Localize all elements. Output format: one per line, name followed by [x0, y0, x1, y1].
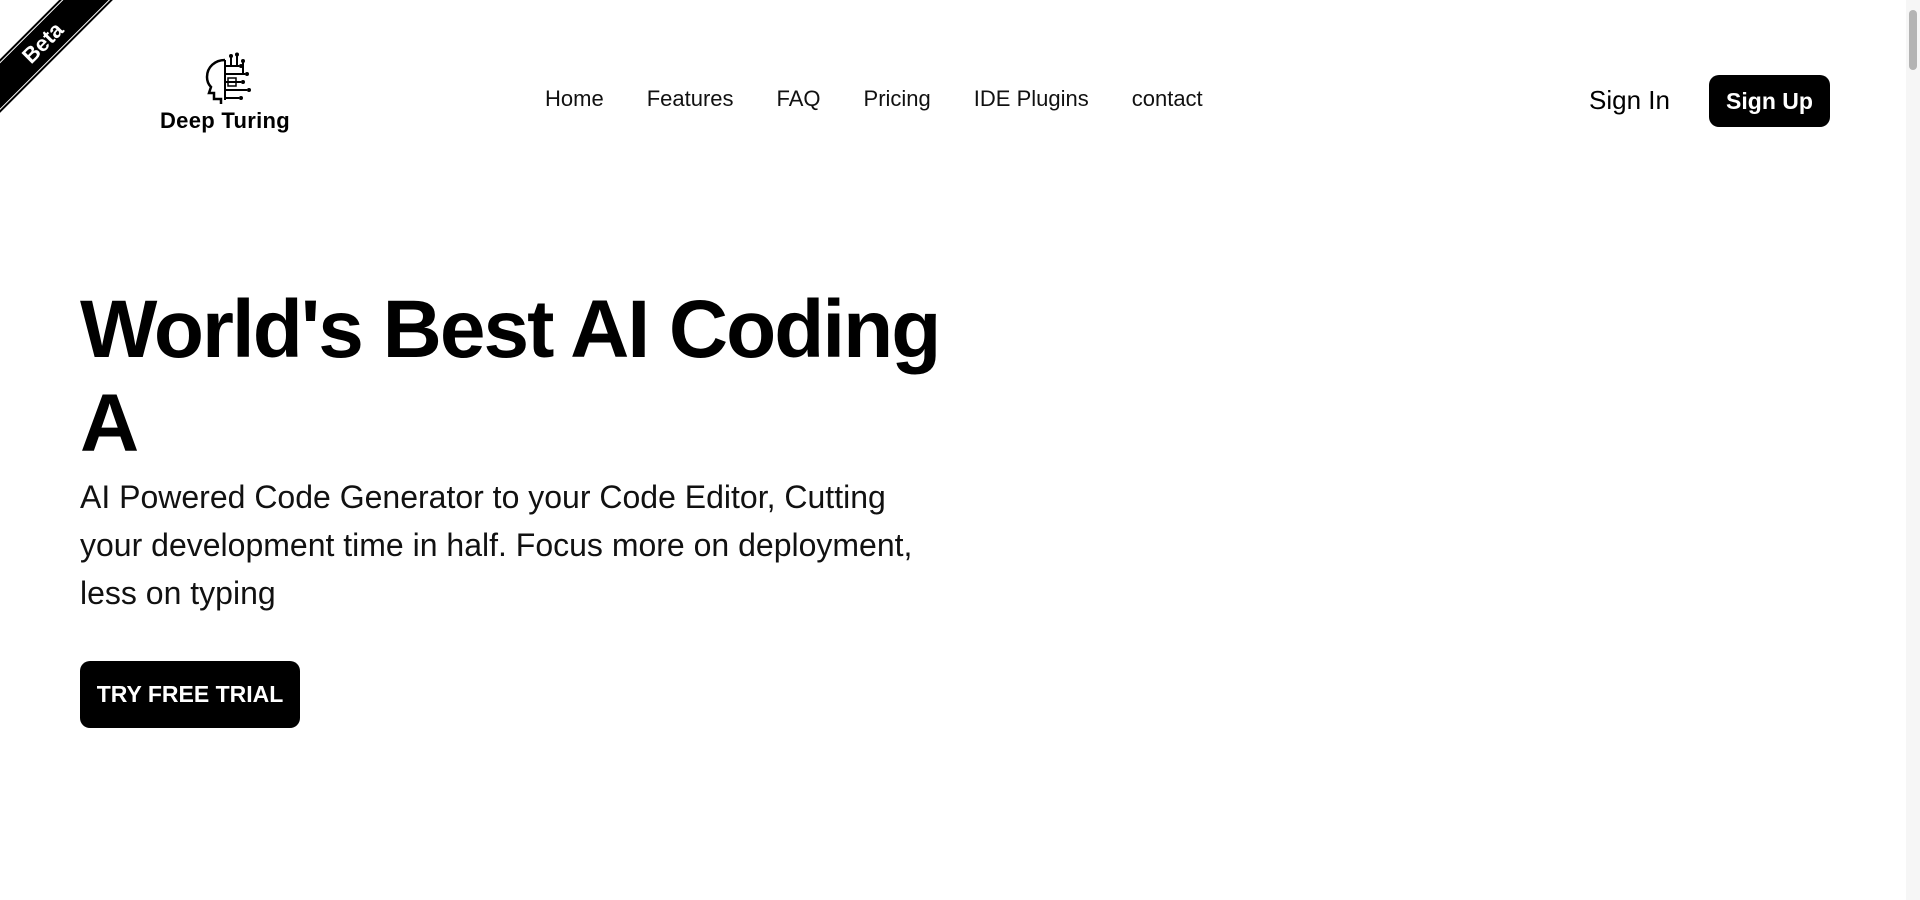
page-scrollbar[interactable]: [1906, 0, 1920, 900]
beta-ribbon-band: Beta: [0, 0, 117, 117]
nav-item-contact[interactable]: contact: [1132, 86, 1203, 112]
hero-subtitle: AI Powered Code Generator to your Code E…: [80, 479, 913, 611]
hero-title-line-2: A: [80, 378, 139, 469]
nav-item-features[interactable]: Features: [647, 86, 734, 112]
nav-item-ide-plugins[interactable]: IDE Plugins: [974, 86, 1089, 112]
brand-logo[interactable]: Deep Turing: [150, 52, 300, 142]
hero-title: World's Best AI Coding A: [80, 283, 980, 471]
sign-up-button[interactable]: Sign Up: [1709, 75, 1830, 127]
sign-in-link[interactable]: Sign In: [1589, 85, 1670, 116]
nav-item-pricing[interactable]: Pricing: [864, 86, 931, 112]
brand-name: Deep Turing: [159, 108, 290, 133]
landing-page: Beta Deep Turing Home Features FAQ Prici…: [0, 0, 1920, 900]
beta-ribbon-label: Beta: [16, 16, 69, 69]
main-nav: Home Features FAQ Pricing IDE Plugins co…: [545, 86, 1246, 112]
robot-head-circuit-icon: [205, 52, 251, 104]
nav-item-home[interactable]: Home: [545, 86, 604, 112]
hero-title-line-1: World's Best AI Coding: [80, 284, 941, 375]
try-free-trial-button[interactable]: TRY FREE TRIAL: [80, 661, 300, 728]
scrollbar-thumb[interactable]: [1909, 10, 1917, 70]
nav-item-faq[interactable]: FAQ: [777, 86, 821, 112]
beta-ribbon: Beta: [0, 0, 130, 130]
